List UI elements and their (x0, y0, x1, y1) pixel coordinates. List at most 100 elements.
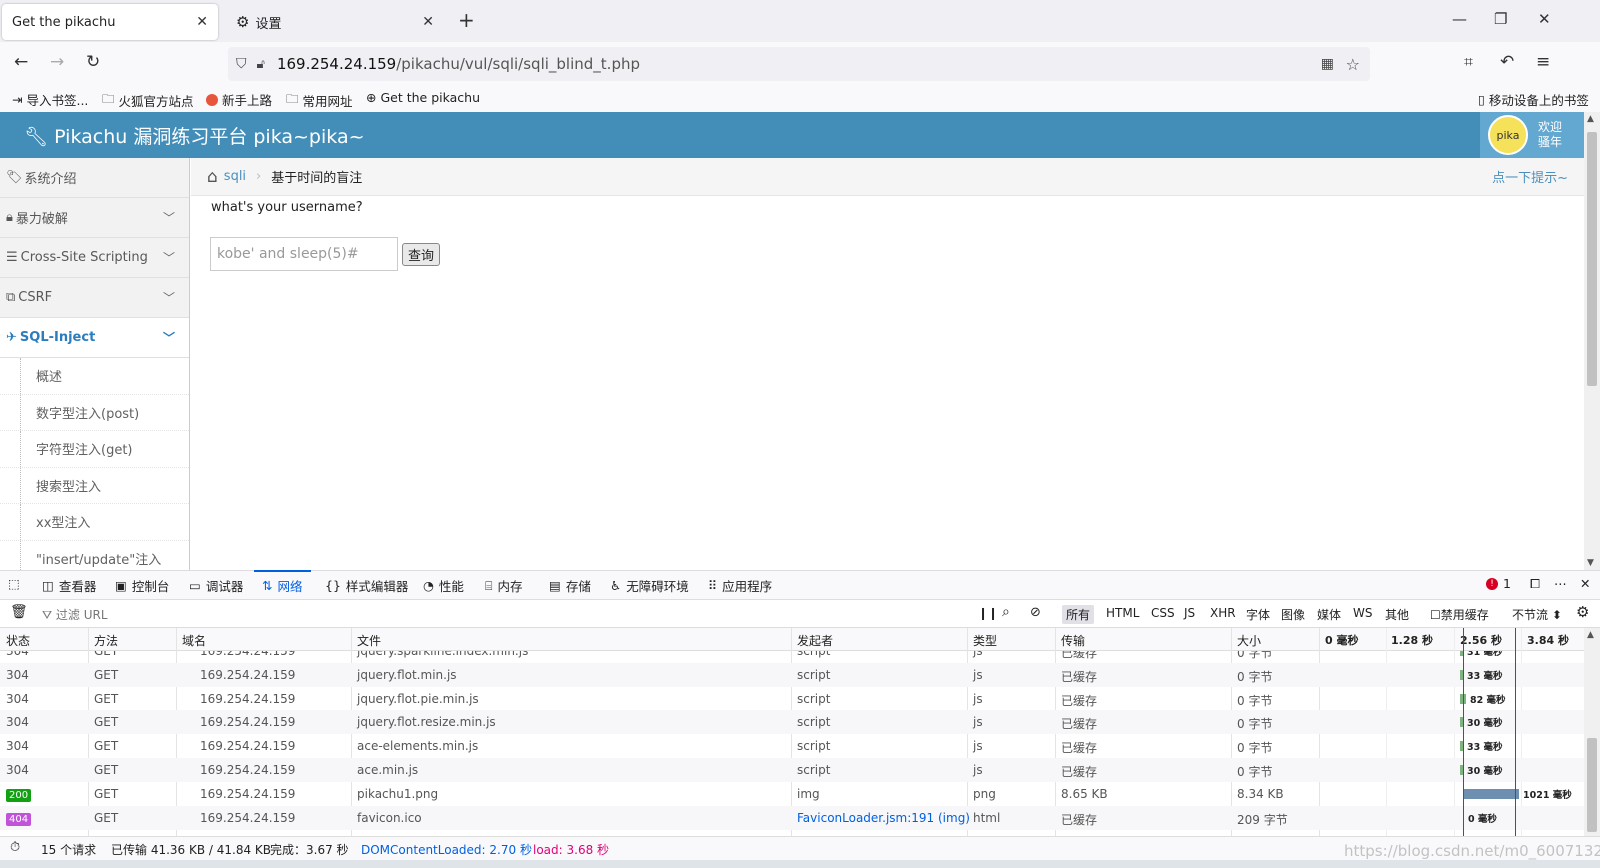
tab-inspector[interactable]: ◫ 查看器 (42, 576, 96, 595)
network-list-scrollbar[interactable]: ▲ (1584, 628, 1600, 836)
bookmark-import[interactable]: ⇥ 导入书签... (12, 90, 88, 109)
col-initiator[interactable]: 发起者 (797, 632, 833, 649)
sidebar-item-intro[interactable]: 🏷︎ 系统介绍 (0, 158, 189, 198)
bookmark-common-sites[interactable]: 🗀 常用网址 (286, 90, 353, 111)
table-row[interactable]: 304 GET 169.254.24.159 ace-elements.min.js s… (0, 734, 1584, 758)
more-options-icon[interactable]: ⋯ (1554, 576, 1567, 591)
sidebar-subitem-search[interactable]: 搜索型注入 (0, 467, 189, 504)
sidebar-subitem-numeric-post[interactable]: 数字型注入(post) (0, 394, 189, 431)
tab-accessibility[interactable]: ♿︎ 无障碍环境 (610, 576, 689, 595)
col-method[interactable]: 方法 (94, 632, 118, 649)
settings-gear-icon[interactable]: ⚙ (1576, 603, 1589, 621)
bookmark-getting-started[interactable]: 新手上路 (206, 90, 272, 109)
close-tab-icon[interactable]: ✕ (196, 14, 208, 30)
tab-network[interactable]: ⇅ 网络 (254, 570, 310, 595)
tab-style-editor[interactable]: {} 样式编辑器 (325, 576, 408, 595)
trash-icon[interactable]: 🗑︎ (10, 604, 28, 620)
home-icon[interactable]: ⌂ (207, 167, 218, 187)
table-row[interactable]: 200 GET 169.254.24.159 pikachu1.png img png 8.… (0, 782, 1584, 806)
shield-icon[interactable]: ⛉ (236, 56, 247, 72)
tab-storage[interactable]: ▤ 存储 (549, 576, 591, 595)
filter-type-images[interactable]: 图像 (1281, 606, 1305, 623)
query-button[interactable]: 查询 (402, 243, 440, 266)
filter-type-css[interactable]: CSS (1151, 606, 1175, 620)
table-row[interactable]: 304 GET 169.254.24.159 jquery.flot.resize.m… (0, 710, 1584, 735)
close-devtools-icon[interactable]: ✕ (1580, 576, 1590, 591)
qr-code-icon[interactable]: ▦ (1321, 56, 1334, 72)
minimize-icon[interactable]: — (1452, 10, 1467, 28)
tab-application[interactable]: ⠿ 应用程序 (708, 576, 772, 595)
crop-icon[interactable]: ⌗ (1464, 52, 1473, 72)
filter-url-input[interactable]: ⛛ 过滤 URL (42, 606, 108, 623)
error-count[interactable]: ! 1 (1486, 576, 1511, 591)
tab-performance[interactable]: ◔ 性能 (423, 576, 464, 595)
hamburger-menu-icon[interactable]: ≡ (1536, 52, 1550, 72)
filter-type-js[interactable]: JS (1184, 606, 1195, 620)
sidebar-item-sql-inject[interactable]: ✈ SQL-Inject ﹀ (0, 318, 189, 358)
page-scrollbar[interactable]: ▲ ▼ (1584, 112, 1600, 570)
tab-console[interactable]: ▣ 控制台 (115, 576, 169, 595)
app-title[interactable]: 🔧︎ Pikachu 漏洞练习平台 pika~pika~ (24, 122, 365, 149)
undo-arrow-icon[interactable]: ↶ (1500, 52, 1514, 72)
dock-icon[interactable]: ⧠ (1530, 576, 1540, 592)
insecure-lock-icon[interactable]: 🔓︎ (257, 57, 265, 72)
tab-settings[interactable]: ⚙ 设置 ✕ (226, 4, 444, 40)
col-type[interactable]: 类型 (973, 632, 997, 649)
maximize-icon[interactable]: ❐ (1494, 10, 1507, 28)
sidebar-subitem-string-get[interactable]: 字符型注入(get) (0, 431, 189, 468)
throttle-select[interactable]: 不节流 ⬍ (1512, 606, 1562, 623)
breadcrumb-link-sqli[interactable]: sqli (224, 169, 246, 184)
timeline-tick-0: 0 毫秒 (1325, 634, 1359, 647)
bookmark-star-icon[interactable]: ☆ (1346, 55, 1360, 74)
pause-icon[interactable]: ❙❙ (978, 606, 998, 620)
scroll-down-icon[interactable]: ▼ (1587, 558, 1594, 568)
sidebar-item-brute-force[interactable]: 🔒︎ 暴力破解 ﹀ (0, 198, 189, 238)
mobile-bookmarks[interactable]: ▯ 移动设备上的书签 (1478, 90, 1589, 109)
scroll-up-icon[interactable]: ▲ (1587, 630, 1594, 640)
new-tab-plus-icon[interactable]: + (458, 8, 475, 32)
filter-type-all[interactable]: 所有 (1062, 605, 1095, 624)
disable-cache-checkbox[interactable]: ☐禁用缓存 (1430, 606, 1489, 623)
back-arrow-icon[interactable]: ← (14, 52, 28, 72)
table-row[interactable]: 304 GET 169.254.24.159 ace.min.js script js 已缓… (0, 758, 1584, 782)
forward-arrow-icon[interactable]: → (50, 52, 64, 72)
close-tab-icon[interactable]: ✕ (422, 14, 434, 30)
user-welcome[interactable]: pika 欢迎 骚年 (1480, 112, 1584, 158)
col-size[interactable]: 大小 (1237, 632, 1261, 649)
table-row[interactable]: 304 GET 169.254.24.159 jquery.flot.min.js sc… (0, 662, 1584, 687)
filter-type-html[interactable]: HTML (1106, 606, 1139, 620)
search-icon[interactable]: ⌕ (1002, 604, 1010, 620)
window-close-icon[interactable]: ✕ (1538, 10, 1551, 28)
col-domain[interactable]: 域名 (182, 632, 206, 649)
filter-type-ws[interactable]: WS (1353, 606, 1372, 620)
col-file[interactable]: 文件 (357, 632, 381, 649)
sidebar-subitem-overview[interactable]: 概述 (0, 358, 189, 395)
sidebar-subitem-insert-update[interactable]: "insert/update"注入 (0, 540, 189, 570)
url-bar[interactable]: ⛉ 🔓︎ 169.254.24.159/pikachu/vul/sqli/sql… (228, 47, 1370, 81)
scrollbar-thumb[interactable] (1587, 738, 1597, 832)
filter-type-fonts[interactable]: 字体 (1246, 606, 1270, 623)
table-row[interactable]: 404 GET 169.254.24.159 favicon.ico FaviconLo… (0, 805, 1584, 830)
tab-get-the-pikachu[interactable]: Get the pikachu ✕ (2, 4, 218, 40)
bookmark-get-the-pikachu[interactable]: ⊕ Get the pikachu (366, 90, 480, 105)
tab-memory[interactable]: ⌸ 内存 (485, 576, 523, 595)
scrollbar-thumb[interactable] (1587, 132, 1597, 386)
reload-icon[interactable]: ↻ (86, 52, 100, 72)
filter-type-other[interactable]: 其他 (1385, 606, 1409, 623)
table-row[interactable]: 304 GET 169.254.24.159 jquery.sparkline.ind… (0, 651, 1584, 663)
tab-debugger[interactable]: ▭ 调试器 (189, 576, 243, 595)
col-transfer[interactable]: 传输 (1061, 632, 1085, 649)
bookmark-firefox-site[interactable]: 🗀 火狐官方站点 (102, 90, 194, 111)
sidebar-item-xss[interactable]: ☰ Cross-Site Scripting ﹀ (0, 238, 189, 278)
hint-link[interactable]: 点一下提示~ (1492, 167, 1568, 186)
block-icon[interactable]: ⊘ (1030, 605, 1041, 620)
element-picker-icon[interactable]: ⬚ (8, 576, 20, 591)
username-input[interactable]: kobe' and sleep(5)# (210, 237, 398, 271)
scroll-up-icon[interactable]: ▲ (1587, 114, 1594, 124)
sidebar-item-csrf[interactable]: ⧉ CSRF ﹀ (0, 278, 189, 318)
table-row[interactable]: 304 GET 169.254.24.159 jquery.flot.pie.min.… (0, 687, 1584, 711)
sidebar-subitem-xx[interactable]: xx型注入 (0, 504, 189, 541)
filter-type-media[interactable]: 媒体 (1317, 606, 1341, 623)
filter-type-xhr[interactable]: XHR (1210, 606, 1236, 620)
col-status[interactable]: 状态 (6, 632, 30, 649)
